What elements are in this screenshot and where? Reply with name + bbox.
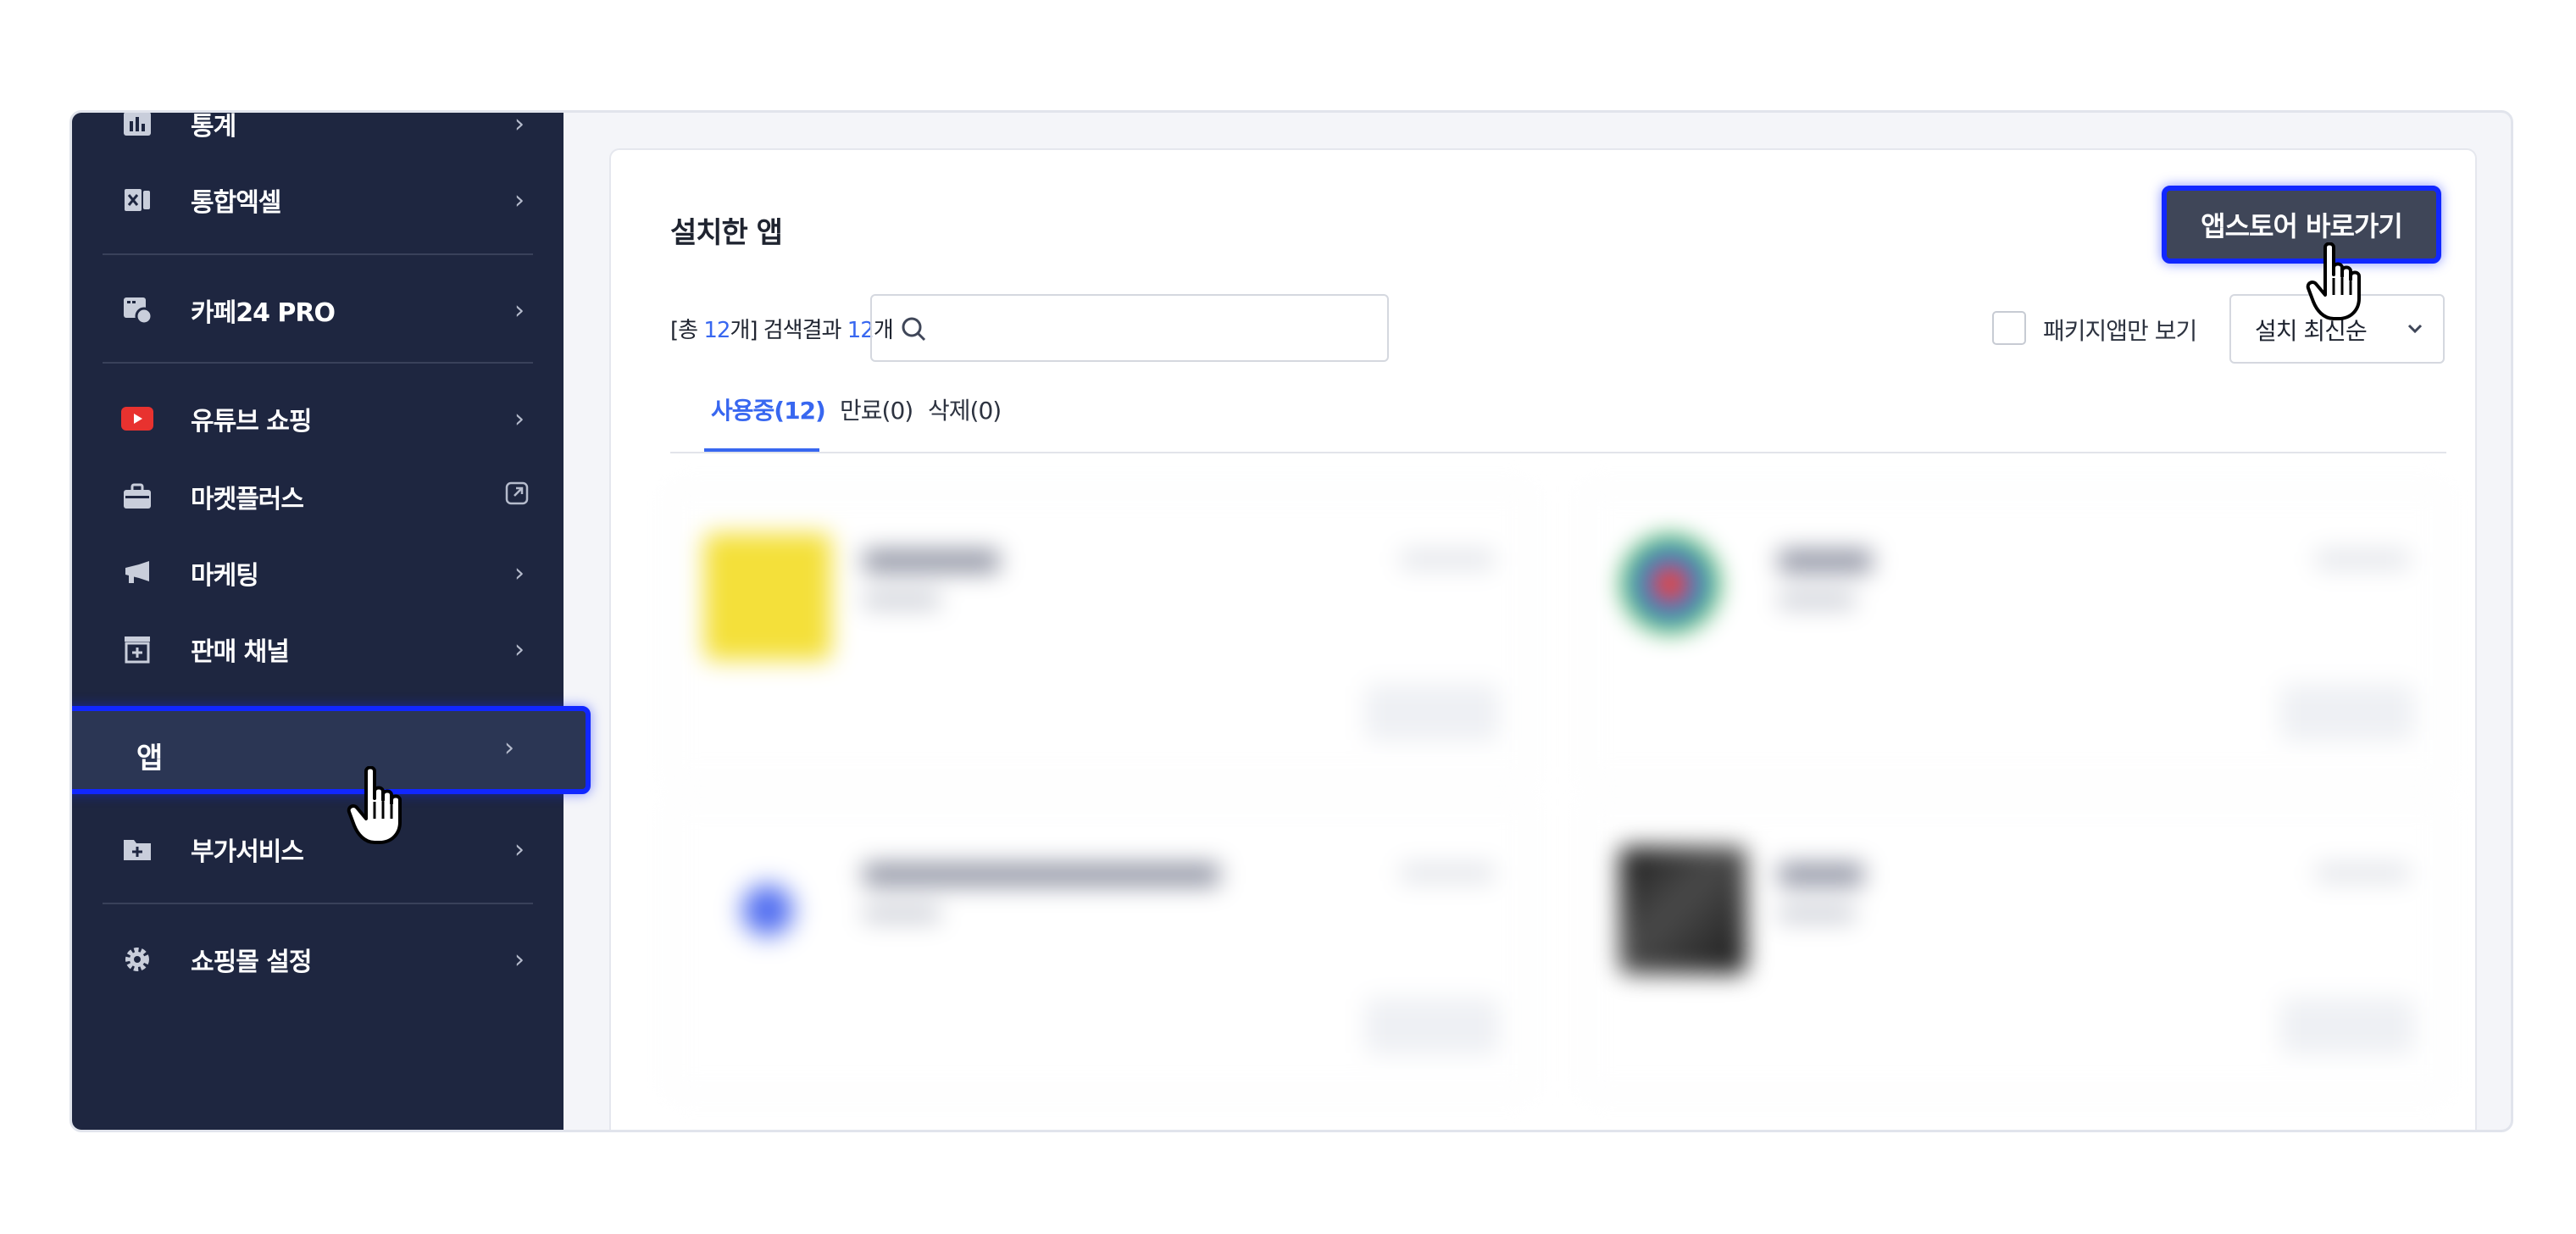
app-card-grid	[670, 472, 2446, 1130]
count-mid: 개] 검색결과	[730, 318, 847, 343]
active-tab-indicator	[704, 448, 819, 452]
app-meta-placeholder	[863, 906, 940, 921]
app-card-actions	[1401, 550, 1494, 569]
search-icon	[897, 313, 931, 347]
sidebar-item-label: 통계	[191, 112, 236, 142]
app-card-actions	[2316, 550, 2409, 569]
app-thumbnail	[1619, 847, 1746, 974]
youtube-icon	[121, 403, 153, 435]
sidebar-divider	[103, 903, 533, 904]
app-meta-placeholder	[1779, 906, 1855, 921]
app-name-placeholder	[863, 864, 1219, 886]
app-meta-placeholder	[1779, 592, 1855, 608]
sidebar-item-label: 유튜브 쇼핑	[191, 407, 312, 436]
app-name-placeholder	[1779, 550, 1872, 572]
sidebar-divider	[103, 253, 533, 255]
chevron-right-icon: ›	[514, 403, 525, 434]
sidebar-item-label: 쇼핑몰 설정	[191, 948, 312, 977]
chevron-right-icon: ›	[514, 295, 525, 325]
installed-apps-panel: 설치한 앱 앱스토어 바로가기 [총 12개] 검색결과 12개 패키지앱만 보…	[609, 148, 2477, 1130]
app-thumbnail	[704, 533, 831, 660]
hand-cursor-icon	[2305, 242, 2373, 324]
app-thumbnail	[1619, 533, 1746, 660]
chevron-right-icon: ›	[514, 185, 525, 215]
folder-plus-icon	[121, 833, 153, 865]
search-input[interactable]	[870, 294, 1389, 362]
app-card[interactable]	[1585, 489, 2445, 781]
app-card-button[interactable]	[2282, 686, 2412, 740]
app-name-placeholder	[863, 550, 999, 572]
chevron-down-icon	[2406, 320, 2424, 338]
app-card-button[interactable]	[1367, 686, 1497, 740]
sidebar-item-label: 판매 채널	[191, 637, 290, 667]
result-count: [총 12개] 검색결과 12개	[670, 313, 894, 344]
tab-in-use[interactable]: 사용중(12)	[711, 392, 826, 426]
app-window: 통계 › 통합엑셀 › 카페24 PRO › 유튜브 쇼핑 › 마켓플러스 마케…	[69, 110, 2513, 1132]
chevron-right-icon: ›	[514, 110, 525, 139]
sidebar-item-youtube-shopping[interactable]: 유튜브 쇼핑 ›	[72, 389, 564, 448]
pro-icon	[121, 294, 153, 326]
briefcase-icon	[121, 481, 153, 513]
sidebar-item-marketing[interactable]: 마케팅 ›	[72, 543, 564, 603]
sidebar-item-label: 앱	[136, 742, 163, 775]
sidebar-item-label: 통합엑셀	[191, 188, 281, 218]
sidebar-item-label: 마켓플러스	[191, 485, 304, 514]
app-store-button[interactable]: 앱스토어 바로가기	[2162, 186, 2441, 264]
app-name-placeholder	[1779, 864, 1863, 886]
sidebar-item-sales-channel[interactable]: 판매 채널 ›	[72, 620, 564, 679]
app-card-button[interactable]	[1367, 999, 1497, 1053]
sidebar-item-additional-services[interactable]: 부가서비스 ›	[72, 820, 564, 879]
page-title: 설치한 앱	[670, 216, 783, 250]
total-count: 12	[703, 318, 730, 343]
chevron-right-icon: ›	[514, 834, 525, 864]
sidebar-item-market-plus[interactable]: 마켓플러스	[72, 467, 564, 526]
app-card-actions	[2316, 864, 2409, 882]
sidebar-item-label: 마케팅	[191, 561, 259, 591]
sidebar-item-cafe24-pro[interactable]: 카페24 PRO ›	[72, 281, 564, 340]
chevron-right-icon: ›	[514, 634, 525, 664]
tab-divider	[670, 452, 2446, 453]
sidebar-item-statistics[interactable]: 통계 ›	[72, 110, 564, 153]
sidebar: 통계 › 통합엑셀 › 카페24 PRO › 유튜브 쇼핑 › 마켓플러스 마케…	[72, 113, 564, 1130]
tab-deleted[interactable]: 삭제(0)	[928, 392, 1002, 426]
package-only-label: 패키지앱만 보기	[2043, 317, 2197, 345]
chart-icon	[121, 113, 153, 140]
app-meta-placeholder	[863, 592, 940, 608]
sidebar-item-shop-settings[interactable]: 쇼핑몰 설정 ›	[72, 930, 564, 989]
sidebar-item-label: 카페24 PRO	[191, 298, 336, 328]
app-card-actions	[1401, 864, 1494, 882]
count-prefix: [총	[670, 318, 704, 343]
app-thumbnail	[704, 847, 831, 974]
external-link-icon[interactable]	[504, 481, 530, 513]
chevron-right-icon: ›	[514, 558, 525, 588]
hand-cursor-icon	[346, 765, 414, 848]
chevron-right-icon: ›	[514, 944, 525, 975]
sidebar-item-excel[interactable]: 통합엑셀 ›	[72, 170, 564, 230]
excel-icon	[121, 184, 153, 216]
app-card[interactable]	[1585, 803, 2445, 1094]
megaphone-icon	[121, 557, 153, 589]
sidebar-divider	[103, 362, 533, 364]
app-card-button[interactable]	[2282, 999, 2412, 1053]
app-card[interactable]	[670, 803, 1530, 1094]
sidebar-item-apps[interactable]: 앱 ›	[72, 706, 591, 794]
package-only-checkbox[interactable]	[1992, 311, 2026, 345]
tab-expired[interactable]: 만료(0)	[840, 392, 913, 426]
gear-icon	[121, 943, 153, 976]
app-card[interactable]	[670, 489, 1530, 781]
sidebar-item-label: 부가서비스	[191, 837, 304, 867]
store-icon	[121, 633, 153, 665]
chevron-right-icon: ›	[504, 733, 514, 763]
